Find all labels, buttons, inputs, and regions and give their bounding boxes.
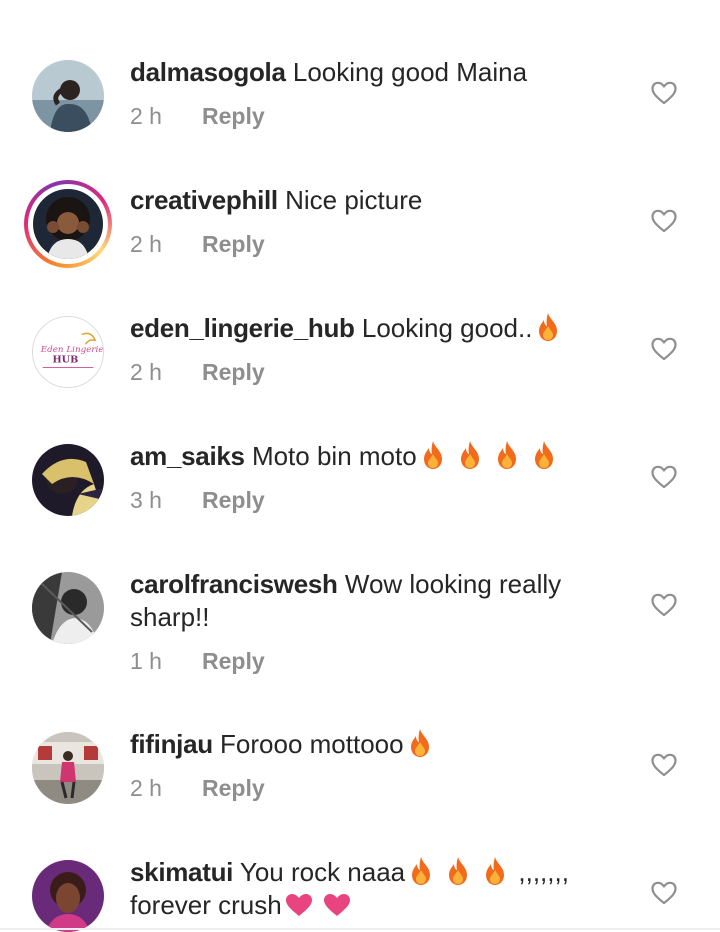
comment-text: dalmasogola Looking good Maina [130, 56, 600, 89]
like-heart-icon[interactable] [651, 593, 677, 617]
like-heart-icon[interactable] [651, 209, 677, 233]
fire-emoji [407, 728, 433, 758]
comment-meta: 3 h Reply [130, 487, 265, 514]
reply-button[interactable]: Reply [202, 487, 265, 513]
comment-time: 1 h [130, 648, 162, 674]
like-heart-icon[interactable] [651, 881, 677, 905]
comment-text: skimatui You rock naaa ,,,,,,, forever c… [130, 856, 600, 922]
comment-username[interactable]: eden_lingerie_hub [130, 313, 355, 343]
comment-text: fifinjau Forooo mottooo [130, 728, 600, 761]
reply-button[interactable]: Reply [202, 648, 265, 674]
avatar[interactable] [32, 572, 104, 644]
comment-meta: 2 h Reply [130, 231, 265, 258]
comment-username[interactable]: creativephill [130, 185, 278, 215]
comment-body: Looking good.. [361, 313, 533, 343]
comment-time: 2 h [130, 103, 162, 129]
reply-button[interactable]: Reply [202, 775, 265, 801]
comment-text: carolfranciswesh Wow looking really shar… [130, 568, 600, 634]
like-heart-icon[interactable] [651, 337, 677, 361]
like-heart-icon[interactable] [651, 753, 677, 777]
comment-meta: 2 h Reply [130, 359, 265, 386]
fire-emoji [457, 440, 483, 470]
comment-text: am_saiks Moto bin moto [130, 440, 600, 473]
avatar-story-ring[interactable] [24, 180, 112, 268]
comment-body: Looking good Maina [292, 57, 528, 87]
logo-text: Eden Lingerie [40, 345, 103, 355]
comment-text: creativephill Nice picture [130, 184, 600, 217]
comment-username[interactable]: skimatui [130, 857, 233, 887]
fire-emoji [535, 312, 561, 342]
comment-time: 2 h [130, 775, 162, 801]
avatar-logo[interactable]: Eden Lingerie HUB [32, 316, 104, 388]
avatar[interactable] [32, 732, 104, 804]
comment-time: 2 h [130, 359, 162, 385]
like-heart-icon[interactable] [651, 465, 677, 489]
comment-body: Nice picture [285, 185, 423, 215]
reply-button[interactable]: Reply [202, 231, 265, 257]
fire-emoji [445, 856, 471, 886]
logo-text-hub: HUB [52, 355, 78, 366]
fire-emoji [482, 856, 508, 886]
avatar[interactable] [32, 444, 104, 516]
comment-time: 3 h [130, 487, 162, 513]
reply-button[interactable]: Reply [202, 359, 265, 385]
like-heart-icon[interactable] [651, 81, 677, 105]
comment-username[interactable]: carolfranciswesh [130, 569, 338, 599]
fire-emoji [420, 440, 446, 470]
comment-username[interactable]: dalmasogola [130, 57, 286, 87]
comment-time: 2 h [130, 231, 162, 257]
comment-username[interactable]: am_saiks [130, 441, 245, 471]
comment-username[interactable]: fifinjau [130, 729, 213, 759]
pink-heart-emoji [322, 892, 352, 918]
comment-body: Moto bin moto [251, 441, 417, 471]
reply-button[interactable]: Reply [202, 103, 265, 129]
comment-meta: 2 h Reply [130, 775, 265, 802]
comment-body: You rock naaa [239, 857, 406, 887]
comment-text: eden_lingerie_hub Looking good.. [130, 312, 600, 345]
avatar[interactable] [32, 60, 104, 132]
comment-meta: 2 h Reply [130, 103, 265, 130]
comment-meta: 1 h Reply [130, 648, 265, 675]
comment-body: Forooo mottooo [220, 729, 404, 759]
avatar[interactable] [32, 860, 104, 932]
fire-emoji [408, 856, 434, 886]
fire-emoji [494, 440, 520, 470]
pink-heart-emoji [284, 892, 314, 918]
fire-emoji [531, 440, 557, 470]
